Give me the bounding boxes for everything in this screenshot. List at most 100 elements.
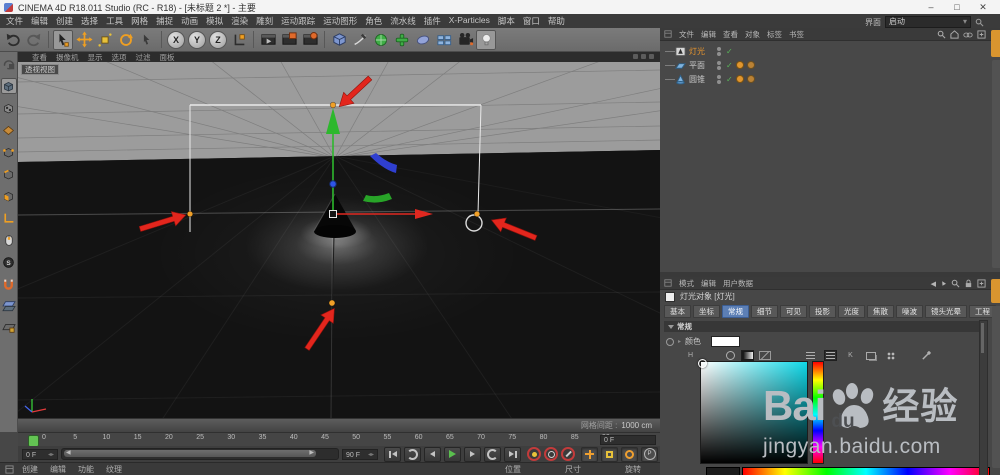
- undo-button[interactable]: [3, 30, 23, 50]
- render-to-picture-viewer-button[interactable]: [279, 30, 299, 50]
- menu-item[interactable]: 编辑: [31, 15, 48, 27]
- maximize-button[interactable]: □: [944, 0, 970, 14]
- rgb-sliders-icon[interactable]: [804, 350, 817, 361]
- enable-check-icon[interactable]: ✓: [726, 47, 733, 56]
- object-manager-menu-item[interactable]: 文件: [679, 29, 694, 40]
- model-mode-icon[interactable]: [1, 78, 17, 94]
- lock-y-axis-button[interactable]: Y: [188, 31, 206, 49]
- enable-check-icon[interactable]: ✓: [726, 75, 733, 84]
- scrollbar-thumb[interactable]: [981, 323, 984, 353]
- deformer-button[interactable]: [392, 30, 412, 50]
- perspective-viewport[interactable]: 透视视图: [18, 62, 660, 418]
- goto-start-button[interactable]: [384, 447, 401, 462]
- attribute-tab[interactable]: 光度: [838, 305, 865, 318]
- material-menu-item[interactable]: 编辑: [50, 464, 66, 475]
- record-scale-toggle[interactable]: [601, 447, 618, 462]
- menu-item[interactable]: 渲染: [231, 15, 248, 27]
- lock-workplane-icon[interactable]: [1, 320, 17, 336]
- spectrum-bar[interactable]: [742, 467, 990, 475]
- scale-tool[interactable]: [95, 30, 115, 50]
- attribute-tab[interactable]: 基本: [664, 305, 691, 318]
- snap-icon[interactable]: S: [1, 254, 17, 270]
- enable-check-icon[interactable]: ✓: [726, 61, 733, 70]
- attribute-tab[interactable]: 投影: [809, 305, 836, 318]
- magnet-snap-icon[interactable]: [1, 276, 17, 292]
- menu-item[interactable]: 创建: [56, 15, 73, 27]
- loop-button[interactable]: [484, 447, 501, 462]
- visibility-dots[interactable]: [717, 47, 721, 56]
- z-axis-handle[interactable]: [330, 181, 336, 187]
- color-from-image-icon[interactable]: [758, 350, 771, 361]
- attribute-tab[interactable]: 可见: [780, 305, 807, 318]
- record-keyframe-button[interactable]: [527, 447, 541, 461]
- texture-mode-icon[interactable]: [1, 100, 17, 116]
- enable-axis-icon[interactable]: [1, 210, 17, 226]
- object-row-cone[interactable]: 圆锥 ✓: [660, 72, 1000, 86]
- search-icon[interactable]: [951, 279, 960, 288]
- subdivision-surface-button[interactable]: [371, 30, 391, 50]
- spectrum-mode-icon[interactable]: [741, 350, 754, 361]
- compact-mode-icon[interactable]: H: [684, 350, 697, 361]
- record-position-toggle[interactable]: [581, 447, 598, 462]
- play-backwards-button[interactable]: [404, 447, 421, 462]
- menu-item[interactable]: X-Particles: [449, 15, 490, 27]
- viewport-window-icons[interactable]: [633, 54, 654, 59]
- expand-arrow-icon[interactable]: ▸: [678, 338, 681, 345]
- menu-item[interactable]: 插件: [424, 15, 441, 27]
- viewport-menu-item[interactable]: 面板: [160, 52, 175, 63]
- handle-right[interactable]: [474, 211, 480, 217]
- attribute-menu-item[interactable]: 模式: [679, 278, 694, 289]
- menu-item[interactable]: 角色: [365, 15, 382, 27]
- lock-icon[interactable]: [964, 279, 973, 288]
- environment-floor-button[interactable]: [413, 30, 433, 50]
- make-editable-icon[interactable]: [1, 56, 17, 72]
- view-label[interactable]: 透视视图: [21, 64, 59, 75]
- mograph-clone-button[interactable]: [434, 30, 454, 50]
- move-tool[interactable]: [74, 30, 94, 50]
- light-button[interactable]: [476, 30, 496, 50]
- menu-item[interactable]: 脚本: [498, 15, 515, 27]
- menu-item[interactable]: 运动图形: [323, 15, 357, 27]
- menu-item[interactable]: 文件: [6, 15, 23, 27]
- lock-x-axis-button[interactable]: X: [167, 31, 185, 49]
- kelvin-mode-icon[interactable]: K: [844, 350, 857, 361]
- attribute-tab[interactable]: 细节: [751, 305, 778, 318]
- color-swatch[interactable]: [711, 336, 740, 347]
- visibility-dots[interactable]: [717, 75, 721, 84]
- object-manager-menu-item[interactable]: 编辑: [701, 29, 716, 40]
- cursor-icon[interactable]: ▲: [939, 279, 949, 289]
- rotate-tool[interactable]: [116, 30, 136, 50]
- object-name[interactable]: 圆锥: [689, 74, 711, 85]
- color-swatches-icon[interactable]: [884, 350, 897, 361]
- history-back-icon[interactable]: ◀: [931, 280, 936, 288]
- side-tab-content-browser[interactable]: [991, 30, 1000, 57]
- object-row-plane[interactable]: 平面 ✓: [660, 58, 1000, 72]
- object-manager-menu-item[interactable]: 查看: [723, 29, 738, 40]
- goto-end-button[interactable]: [504, 447, 521, 462]
- attribute-tab[interactable]: 常规: [722, 305, 749, 318]
- home-icon[interactable]: [950, 30, 959, 39]
- eyedropper-icon[interactable]: [920, 350, 933, 361]
- timeline-ruler[interactable]: 051015202530354045505560657075808590 0 F: [18, 432, 660, 447]
- new-panel-icon[interactable]: [977, 279, 986, 288]
- side-tab-strip[interactable]: [992, 306, 1000, 468]
- attribute-tab[interactable]: 坐标: [693, 305, 720, 318]
- viewport-menu-item[interactable]: 查看: [32, 52, 47, 63]
- keyframe-selection-button[interactable]: [561, 447, 575, 461]
- viewport-menu-item[interactable]: 显示: [88, 52, 103, 63]
- handle-target[interactable]: [329, 300, 335, 306]
- visibility-dots[interactable]: [717, 61, 721, 70]
- search-icon[interactable]: [975, 18, 984, 27]
- last-used-tool[interactable]: [137, 30, 157, 50]
- handle-top[interactable]: [330, 102, 336, 108]
- autokeying-button[interactable]: [544, 447, 558, 461]
- menu-item[interactable]: 模拟: [206, 15, 223, 27]
- phong-tag-icon[interactable]: [736, 75, 744, 83]
- preview-range-slider[interactable]: ◀▶: [61, 448, 339, 460]
- layout-dropdown[interactable]: 启动▾: [885, 16, 971, 28]
- preview-range-thumb[interactable]: ◀▶: [64, 450, 316, 457]
- handle-left[interactable]: [187, 211, 193, 217]
- search-icon[interactable]: [937, 30, 946, 39]
- viewport-menu-item[interactable]: 摄像机: [56, 52, 79, 63]
- workplane-mode-icon[interactable]: [1, 122, 17, 138]
